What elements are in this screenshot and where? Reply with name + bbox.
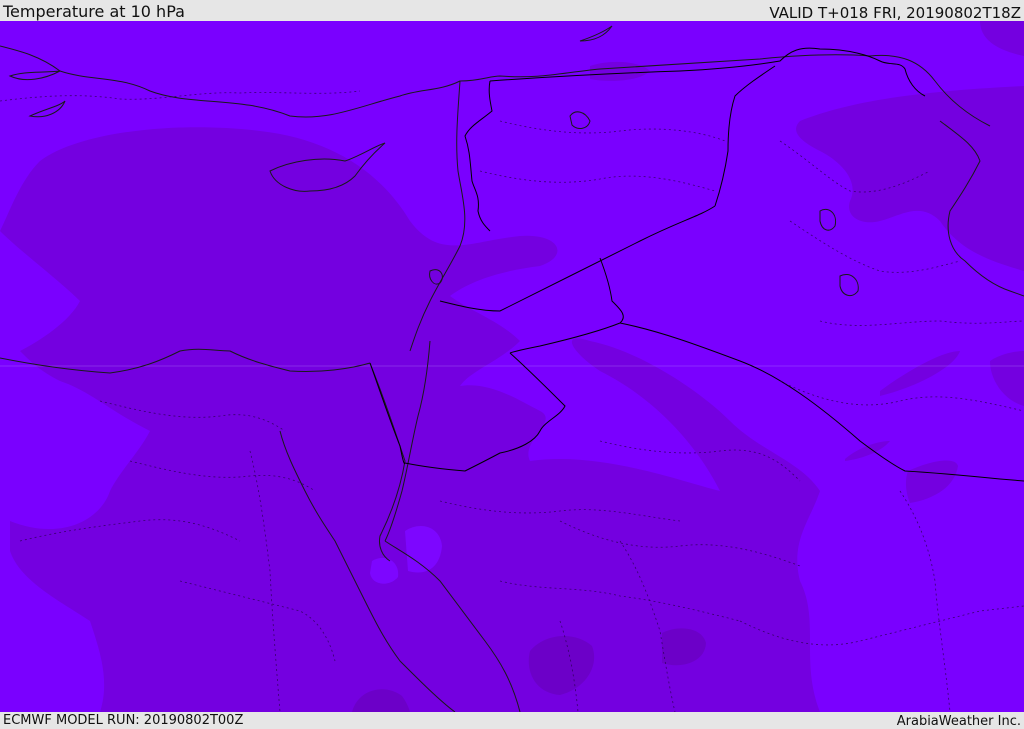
map-title: Temperature at 10 hPa (3, 2, 185, 21)
valid-time: VALID T+018 FRI, 20190802T18Z (769, 4, 1021, 22)
header-bar: Temperature at 10 hPa VALID T+018 FRI, 2… (0, 0, 1024, 21)
credit: ArabiaWeather Inc. (896, 714, 1021, 729)
temperature-map (0, 21, 1024, 712)
map-canvas (0, 21, 1024, 712)
model-run: ECMWF MODEL RUN: 20190802T00Z (3, 713, 244, 728)
footer-bar: ECMWF MODEL RUN: 20190802T00Z ArabiaWeat… (0, 712, 1024, 729)
